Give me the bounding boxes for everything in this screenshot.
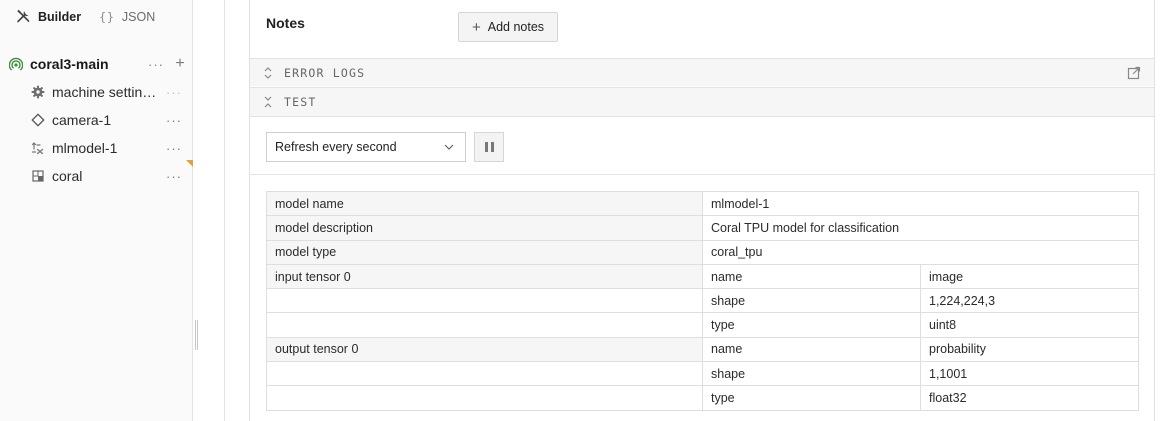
- sidebar-item-label: camera-1: [52, 112, 112, 128]
- add-notes-button[interactable]: + Add notes: [458, 12, 558, 42]
- table-row: input tensor 0 name image: [266, 263, 1140, 290]
- tensor-field-value: probability: [919, 336, 1140, 363]
- refresh-rate-value: Refresh every second: [275, 140, 397, 154]
- table-row: shape 1,224,224,3: [266, 288, 1140, 314]
- more-options-icon[interactable]: ···: [147, 58, 165, 71]
- section-title: ERROR LOGS: [284, 65, 366, 80]
- tab-json-label: JSON: [121, 9, 156, 24]
- tab-builder-label: Builder: [38, 9, 82, 24]
- table-value: Coral TPU model for classification: [701, 215, 1140, 241]
- table-key: output tensor 0: [266, 336, 703, 363]
- tensor-field-value: image: [919, 263, 1140, 290]
- tensor-field-name: type: [702, 385, 921, 411]
- sidebar-resize-handle[interactable]: [195, 320, 198, 350]
- add-component-icon[interactable]: +: [171, 56, 189, 72]
- collapse-icon: [264, 96, 274, 108]
- table-row: model description Coral TPU model for cl…: [266, 215, 1140, 241]
- sidebar-item-machine-settings[interactable]: machine settin… ···: [31, 82, 183, 102]
- tensor-field-name: name: [702, 336, 921, 363]
- refresh-rate-select[interactable]: Refresh every second: [266, 132, 466, 162]
- tab-json[interactable]: {} JSON: [99, 10, 155, 24]
- more-options-icon[interactable]: ···: [165, 170, 183, 183]
- sidebar-item-label: mlmodel-1: [52, 140, 118, 156]
- more-options-icon[interactable]: ···: [165, 86, 183, 99]
- main-divider: [224, 0, 225, 421]
- table-row: type uint8: [266, 312, 1140, 338]
- table-key-empty: [266, 288, 703, 314]
- tensor-field-name: type: [702, 312, 921, 338]
- component-card: Notes + Add notes ERROR LOGS TEST Refres…: [249, 0, 1155, 421]
- table-row: type float32: [266, 385, 1140, 411]
- sidebar-item-camera-1[interactable]: camera-1 ···: [31, 110, 183, 130]
- test-controls: Refresh every second: [250, 116, 1154, 175]
- machine-root[interactable]: coral3-main ··· +: [9, 54, 189, 74]
- table-key-empty: [266, 361, 703, 387]
- table-row: model name mlmodel-1: [266, 190, 1140, 217]
- table-row: output tensor 0 name probability: [266, 336, 1140, 363]
- sidebar: Builder {} JSON coral3-main ··· + machin…: [0, 0, 193, 421]
- tensor-field-name: shape: [702, 361, 921, 387]
- tab-builder[interactable]: Builder: [16, 9, 81, 24]
- table-key: model name: [266, 190, 703, 217]
- sidebar-item-coral[interactable]: coral ···: [31, 166, 183, 186]
- sidebar-item-label: coral: [52, 168, 83, 184]
- unsaved-flag-icon: [186, 160, 193, 167]
- table-value: mlmodel-1: [701, 190, 1140, 217]
- pause-icon: [484, 142, 488, 152]
- table-row: model type coral_tpu: [266, 239, 1140, 265]
- more-options-icon[interactable]: ···: [165, 142, 183, 155]
- braces-icon: {}: [99, 9, 115, 24]
- pause-icon: [490, 142, 494, 152]
- tensor-field-value: uint8: [919, 312, 1140, 338]
- online-status-icon: [9, 57, 23, 71]
- more-options-icon[interactable]: ···: [165, 114, 183, 127]
- module-icon: [31, 169, 45, 183]
- open-external-icon[interactable]: [1127, 66, 1141, 80]
- table-value: coral_tpu: [701, 239, 1140, 265]
- table-key: model type: [266, 239, 703, 265]
- chevron-down-icon: [444, 144, 454, 150]
- pause-button[interactable]: [474, 132, 504, 162]
- camera-diamond-icon: [31, 113, 45, 127]
- section-test[interactable]: TEST: [250, 87, 1154, 116]
- plus-icon: +: [471, 18, 481, 36]
- table-key: input tensor 0: [266, 263, 703, 290]
- machine-name: coral3-main: [30, 56, 109, 72]
- section-title: TEST: [284, 95, 317, 109]
- section-error-logs[interactable]: ERROR LOGS: [250, 58, 1154, 86]
- table-row: shape 1,1001: [266, 361, 1140, 387]
- mode-tabs: Builder {} JSON: [16, 9, 155, 24]
- notes-title: Notes: [266, 15, 305, 31]
- sidebar-item-mlmodel-1[interactable]: mlmodel-1 ···: [31, 138, 183, 158]
- tensor-field-value: 1,224,224,3: [919, 288, 1140, 314]
- model-info-table: model name mlmodel-1 model description C…: [266, 190, 1140, 411]
- add-notes-label: Add notes: [487, 20, 545, 34]
- tensor-field-value: 1,1001: [919, 361, 1140, 387]
- tensor-field-value: float32: [919, 385, 1140, 411]
- table-key-empty: [266, 385, 703, 411]
- table-key: model description: [266, 215, 703, 241]
- tensor-field-name: shape: [702, 288, 921, 314]
- expand-icon: [264, 66, 274, 79]
- sidebar-item-label: machine settin…: [52, 84, 157, 100]
- table-key-empty: [266, 312, 703, 338]
- mlmodel-icon: [31, 141, 45, 155]
- tools-icon: [17, 9, 30, 23]
- gear-icon: [31, 85, 45, 99]
- tensor-field-name: name: [702, 263, 921, 290]
